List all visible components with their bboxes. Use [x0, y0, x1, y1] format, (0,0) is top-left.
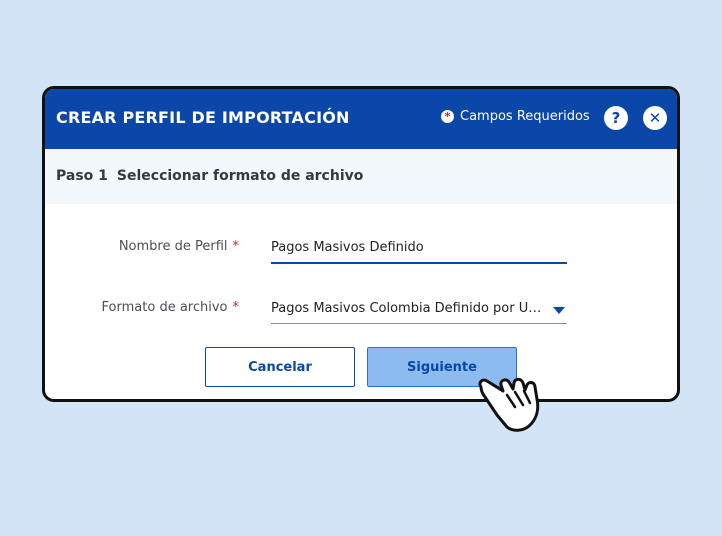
help-button[interactable]: ?: [604, 106, 628, 130]
step-description: Seleccionar formato de archivo: [116, 168, 364, 184]
file-format-value: Pagos Masivos Colombia Definido por Usua…: [271, 301, 547, 316]
hand-pointer-icon: [478, 377, 540, 432]
required-marker: *: [232, 300, 240, 315]
required-marker: *: [232, 239, 240, 254]
cancel-button[interactable]: Cancelar: [205, 347, 355, 387]
close-button[interactable]: ✕: [643, 106, 667, 130]
file-format-select[interactable]: Pagos Masivos Colombia Definido por Usua…: [271, 297, 567, 324]
profile-name-input[interactable]: Pagos Masivos Definido: [271, 236, 567, 264]
required-asterisk-icon: *: [441, 110, 454, 123]
question-icon: ?: [611, 109, 621, 127]
create-import-profile-dialog: CREAR PERFIL DE IMPORTACIÓN * Campos Req…: [42, 86, 680, 402]
chevron-down-icon[interactable]: [553, 307, 565, 314]
close-icon: ✕: [648, 109, 662, 127]
step-header: Paso 1 Seleccionar formato de archivo: [45, 149, 677, 204]
file-format-label: Formato de archivo *: [102, 300, 239, 315]
profile-name-label: Nombre de Perfil *: [119, 239, 239, 254]
dialog-title: CREAR PERFIL DE IMPORTACIÓN: [56, 108, 350, 127]
file-format-label-text: Formato de archivo: [101, 300, 228, 315]
profile-name-label-text: Nombre de Perfil: [118, 239, 228, 254]
required-fields-label: Campos Requeridos: [460, 109, 590, 124]
step-number: Paso 1: [56, 168, 108, 184]
required-fields-note: * Campos Requeridos: [441, 109, 590, 124]
dialog-header: CREAR PERFIL DE IMPORTACIÓN * Campos Req…: [45, 89, 677, 149]
profile-name-value: Pagos Masivos Definido: [271, 240, 424, 255]
step-title: Paso 1 Seleccionar formato de archivo: [56, 168, 363, 184]
